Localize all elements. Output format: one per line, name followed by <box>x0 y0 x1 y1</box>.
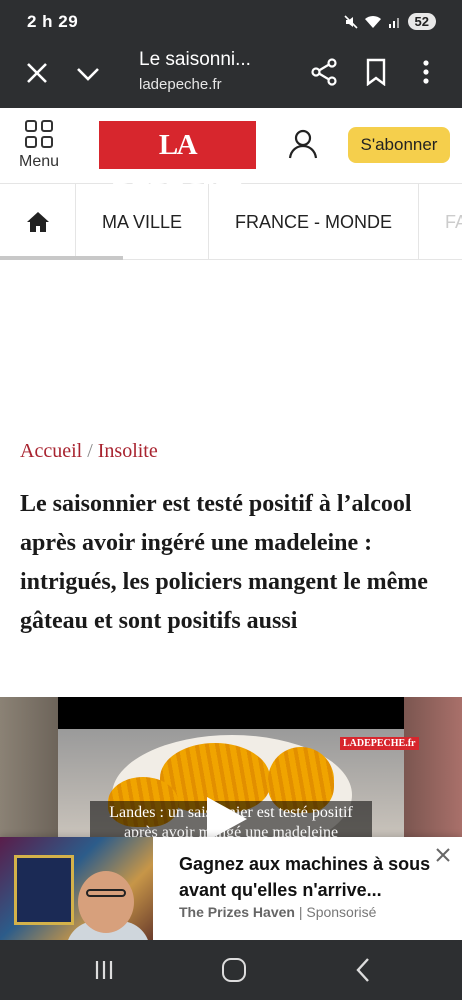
person-glasses <box>86 889 126 897</box>
site-logo[interactable]: LA DÉPÊCHE <box>99 121 256 209</box>
bookmark-icon[interactable] <box>364 58 388 86</box>
back-icon[interactable] <box>355 957 371 983</box>
menu-label: Menu <box>18 153 60 170</box>
breadcrumb: Accueil / Insolite <box>20 440 158 463</box>
subscribe-button[interactable]: S'abonner <box>348 127 450 163</box>
share-icon[interactable] <box>310 58 338 86</box>
nav-item-partial[interactable]: FA <box>419 184 462 259</box>
nav-scroll-indicator <box>0 256 123 260</box>
person-face <box>78 871 134 933</box>
user-icon[interactable] <box>288 128 318 160</box>
menu-grid-icon <box>25 120 53 148</box>
nav-item-ma-ville[interactable]: MA VILLE <box>76 184 210 259</box>
page-title[interactable]: Le saisonni... <box>139 49 251 71</box>
play-icon[interactable] <box>207 797 247 837</box>
breadcrumb-separator: / <box>87 440 93 462</box>
ad-advertiser: The Prizes Haven <box>179 904 295 920</box>
home-button-icon[interactable] <box>222 958 246 982</box>
ad-image[interactable] <box>0 837 153 940</box>
ad-source: The Prizes Haven | Sponsorisé <box>179 904 376 920</box>
nav-home[interactable] <box>0 184 76 259</box>
breadcrumb-home[interactable]: Accueil <box>20 440 82 462</box>
browser-toolbar: Le saisonni... ladepeche.fr <box>0 42 462 108</box>
ad-title[interactable]: Gagnez aux machines à sous avant qu'elle… <box>179 851 434 903</box>
video-blur-right <box>404 697 462 837</box>
status-time: 2 h 29 <box>27 12 79 31</box>
close-icon[interactable] <box>24 60 50 86</box>
site-header: Menu LA DÉPÊCHE S'abonner <box>0 108 462 209</box>
ad-separator: | <box>298 904 303 920</box>
home-icon <box>26 212 49 232</box>
page-url[interactable]: ladepeche.fr <box>139 76 222 93</box>
recent-apps-icon[interactable] <box>94 959 114 981</box>
slot-machine-image <box>14 855 74 925</box>
video-player[interactable]: LADEPECHE.fr Landes : un saisonnier est … <box>0 697 462 837</box>
menu-button[interactable]: Menu <box>17 120 61 171</box>
chevron-down-icon[interactable] <box>76 62 100 86</box>
mute-icon <box>343 14 358 29</box>
ad-sponsored-label: Sponsorisé <box>306 904 377 920</box>
signal-icon <box>388 17 399 28</box>
status-bar: 2 h 29 52 <box>0 0 462 42</box>
ad-close-icon[interactable] <box>435 847 451 863</box>
article-headline: Le saisonnier est testé positif à l’alco… <box>20 491 428 634</box>
video-logo: LADEPECHE.fr <box>340 737 419 750</box>
video-blur-left <box>0 697 58 837</box>
sponsored-ad[interactable]: Gagnez aux machines à sous avant qu'elle… <box>0 837 462 940</box>
section-nav: MA VILLE FRANCE - MONDE FA <box>0 184 462 260</box>
wifi-icon <box>364 15 381 28</box>
nav-item-france-monde[interactable]: FRANCE - MONDE <box>209 184 420 259</box>
status-icons: 52 <box>343 13 436 30</box>
more-options-icon[interactable] <box>418 58 434 86</box>
battery-indicator: 52 <box>407 13 436 30</box>
breadcrumb-section[interactable]: Insolite <box>98 440 158 462</box>
system-nav-bar <box>0 940 462 1000</box>
